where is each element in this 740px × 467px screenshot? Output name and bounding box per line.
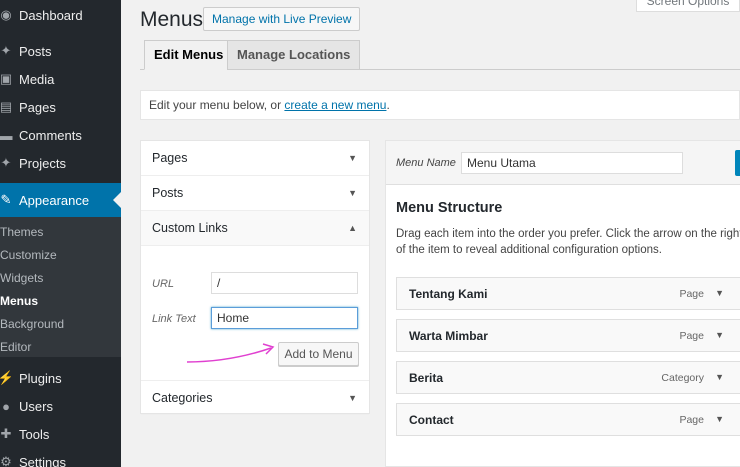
sidebar-item-pages[interactable]: ▤ Pages	[0, 93, 121, 121]
accordion-pages-label: Pages	[152, 151, 188, 165]
sidebar-item-label: Tools	[19, 426, 50, 442]
sidebar-item-label: Comments	[19, 127, 82, 143]
triangle-down-icon[interactable]: ▼	[715, 414, 724, 424]
accordion-posts-label: Posts	[152, 186, 184, 200]
page-title: Menus	[140, 8, 204, 31]
settings-icon: ⚙	[0, 454, 12, 467]
accordion-categories[interactable]: Categories ▼	[141, 380, 369, 415]
sidebar-item-dashboard[interactable]: ◉ Dashboard	[0, 1, 121, 29]
sidebar-item-projects[interactable]: ✦ Projects	[0, 149, 121, 177]
pin-icon: ✦	[0, 155, 12, 170]
sidebar-item-settings[interactable]: ⚙ Settings	[0, 448, 121, 467]
live-preview-button[interactable]: Manage with Live Preview	[203, 7, 361, 31]
notice-end: .	[386, 98, 390, 112]
menu-edit-panel: Menu Name Menu Utama Menu Structure Drag…	[385, 140, 740, 467]
sidebar-item-plugins[interactable]: ⚡ Plugins	[0, 364, 121, 392]
submenu-item-widgets[interactable]: Widgets	[0, 271, 43, 285]
sidebar-item-comments[interactable]: ▬ Comments	[0, 121, 121, 149]
menu-item-title: Warta Mimbar	[409, 329, 488, 343]
tab-manage-locations[interactable]: Manage Locations	[227, 40, 361, 70]
triangle-up-icon[interactable]: ▲	[348, 211, 357, 246]
menu-item-title: Berita	[409, 371, 444, 385]
add-to-menu-button[interactable]: Add to Menu	[278, 342, 359, 366]
menu-item-type: Page	[679, 288, 704, 300]
triangle-down-icon[interactable]: ▼	[715, 288, 724, 298]
sidebar-item-label: Plugins	[19, 370, 62, 386]
submenu-item-background[interactable]: Background	[0, 317, 64, 331]
triangle-down-icon[interactable]: ▼	[715, 372, 724, 382]
menu-structure-description: Drag each item into the order you prefer…	[396, 228, 740, 256]
menu-item-type: Page	[679, 330, 704, 342]
comment-icon: ▬	[0, 127, 13, 143]
menu-structure-title: Menu Structure	[396, 200, 503, 216]
add-menu-items-accordion: Pages ▼ Posts ▼ Custom Links ▲ URL / Lin…	[140, 140, 370, 415]
sidebar-item-label: Dashboard	[19, 7, 83, 23]
sidebar-item-users[interactable]: ● Users	[0, 392, 121, 420]
sidebar-item-label: Appearance	[19, 192, 90, 208]
pin-icon: ✦	[0, 43, 12, 58]
menu-name-label: Menu Name	[396, 157, 456, 169]
sidebar-item-tools[interactable]: ✚ Tools	[0, 420, 121, 448]
menu-item[interactable]: Warta Mimbar Page ▼	[396, 319, 740, 352]
accordion-posts[interactable]: Posts ▼	[141, 176, 369, 211]
admin-sidebar: ◉ Dashboard ✦ Posts ▣ Media ▤ Pages ▬ Co…	[0, 0, 121, 467]
menu-name-input[interactable]: Menu Utama	[461, 152, 683, 174]
sidebar-item-label: Users	[19, 398, 53, 414]
menu-item-title: Tentang Kami	[409, 287, 488, 301]
menu-item-title: Contact	[409, 413, 454, 427]
link-text-label: Link Text	[152, 313, 196, 325]
screen-options-button[interactable]: Screen Options	[636, 0, 740, 12]
sidebar-item-posts[interactable]: ✦ Posts	[0, 37, 121, 65]
appearance-submenu: Themes Customize Widgets Menus Backgroun…	[0, 217, 121, 357]
link-text-input[interactable]: Home	[211, 307, 358, 329]
accordion-custom-links-label: Custom Links	[152, 221, 228, 235]
menu-item-type: Page	[679, 414, 704, 426]
brush-icon: ✎	[0, 192, 12, 207]
triangle-down-icon[interactable]: ▼	[348, 176, 357, 211]
create-menu-link[interactable]: create a new menu	[284, 98, 386, 112]
wrench-icon: ✚	[0, 426, 12, 441]
page-icon: ▤	[0, 99, 13, 114]
sidebar-item-label: Pages	[19, 99, 56, 115]
media-icon: ▣	[0, 71, 13, 86]
submenu-item-themes[interactable]: Themes	[0, 225, 43, 239]
sidebar-item-label: Settings	[19, 454, 66, 467]
menu-item[interactable]: Tentang Kami Page ▼	[396, 277, 740, 310]
users-icon: ●	[2, 398, 10, 414]
menu-item[interactable]: Contact Page ▼	[396, 403, 740, 436]
url-label: URL	[152, 278, 175, 290]
sidebar-item-label: Projects	[19, 155, 66, 171]
plugin-icon: ⚡	[0, 370, 15, 385]
menu-item-type: Category	[661, 372, 704, 384]
annotation-arrow-icon	[186, 343, 275, 363]
manage-menus-notice: Edit your menu below, or create a new me…	[140, 90, 740, 120]
url-input[interactable]: /	[211, 272, 358, 294]
tab-edit-menus[interactable]: Edit Menus	[144, 40, 234, 70]
sidebar-item-appearance[interactable]: ✎ Appearance	[0, 183, 121, 217]
notice-text: Edit your menu below, or	[149, 98, 285, 112]
sidebar-item-label: Posts	[19, 43, 52, 59]
sidebar-item-label: Media	[19, 71, 55, 87]
submenu-item-editor[interactable]: Editor	[0, 340, 31, 354]
menu-item[interactable]: Berita Category ▼	[396, 361, 740, 394]
sidebar-item-media[interactable]: ▣ Media	[0, 65, 121, 93]
save-menu-button[interactable]	[735, 150, 740, 176]
dashboard-icon: ◉	[0, 7, 12, 22]
triangle-down-icon[interactable]: ▼	[715, 330, 724, 340]
accordion-categories-label: Categories	[152, 391, 213, 405]
triangle-down-icon[interactable]: ▼	[348, 141, 357, 176]
submenu-item-menus[interactable]: Menus	[0, 294, 38, 308]
menu-header: Menu Name Menu Utama	[386, 141, 740, 185]
submenu-item-customize[interactable]: Customize	[0, 248, 57, 262]
accordion-custom-links[interactable]: Custom Links ▲	[141, 211, 369, 246]
accordion-pages[interactable]: Pages ▼	[141, 141, 369, 176]
triangle-down-icon[interactable]: ▼	[348, 381, 357, 416]
